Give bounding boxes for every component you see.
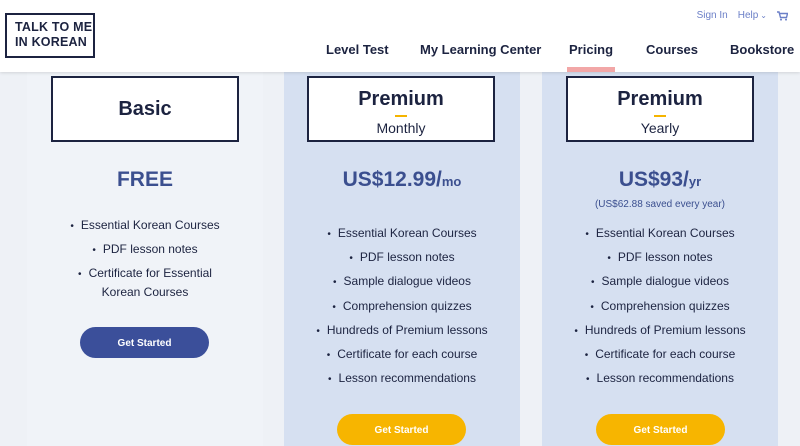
chevron-down-icon: ⌄ xyxy=(760,11,767,20)
plan-billing-period: Yearly xyxy=(640,120,680,136)
plan-title-box: Basic xyxy=(51,76,239,142)
plan-title-box: Premium Yearly xyxy=(566,76,754,142)
plan-title: Premium xyxy=(617,88,703,110)
plan-price: US$93/yr xyxy=(542,168,778,192)
plan-feature-list: Essential Korean Courses PDF lesson note… xyxy=(284,221,520,390)
plan-price-unit: yr xyxy=(688,174,702,189)
feature-item: Comprehension quizzes xyxy=(542,294,778,318)
feature-item: PDF lesson notes xyxy=(542,245,778,269)
plan-title-box: Premium Monthly xyxy=(307,76,495,142)
get-started-button-yearly[interactable]: Get Started xyxy=(596,414,725,445)
nav-level-test[interactable]: Level Test xyxy=(326,42,389,57)
feature-item: Sample dialogue videos xyxy=(542,269,778,293)
plan-billing-period: Monthly xyxy=(376,120,426,136)
nav-courses[interactable]: Courses xyxy=(646,42,698,57)
accent-bar xyxy=(654,115,666,117)
help-label: Help xyxy=(737,10,759,21)
get-started-button-monthly[interactable]: Get Started xyxy=(337,414,466,445)
site-header: TALK TO ME IN KOREAN Sign In Help ⌄ Level… xyxy=(0,0,800,72)
help-menu[interactable]: Help ⌄ xyxy=(738,10,767,21)
feature-item: Essential Korean Courses xyxy=(27,213,263,237)
feature-item: Certificate for each course xyxy=(284,342,520,366)
sign-in-link[interactable]: Sign In xyxy=(697,10,728,21)
feature-item: Lesson recommendations xyxy=(542,366,778,390)
get-started-button-basic[interactable]: Get Started xyxy=(80,327,209,358)
feature-item: Essential Korean Courses xyxy=(542,221,778,245)
feature-item: PDF lesson notes xyxy=(284,245,520,269)
feature-item: PDF lesson notes xyxy=(27,237,263,261)
plan-price-value: US$12.99/ xyxy=(342,168,442,191)
plan-price: US$12.99/mo xyxy=(284,168,520,192)
nav-pricing[interactable]: Pricing xyxy=(566,42,616,72)
plan-savings-note: (US$62.88 saved every year) xyxy=(594,199,726,210)
plan-feature-list: Essential Korean Courses PDF lesson note… xyxy=(27,213,263,304)
plan-card-basic: Basic FREE Essential Korean Courses PDF … xyxy=(27,72,263,446)
feature-item: Comprehension quizzes xyxy=(284,294,520,318)
feature-item: Lesson recommendations xyxy=(284,366,520,390)
plan-card-premium-yearly: Premium Yearly US$93/yr (US$62.88 saved … xyxy=(542,72,778,446)
main-nav: Level Test My Learning Center Pricing Co… xyxy=(0,42,800,72)
feature-item: Hundreds of Premium lessons xyxy=(542,318,778,342)
plan-title: Premium xyxy=(358,88,444,110)
feature-item: Sample dialogue videos xyxy=(284,269,520,293)
feature-item: Hundreds of Premium lessons xyxy=(284,318,520,342)
plan-feature-list: Essential Korean Courses PDF lesson note… xyxy=(542,221,778,390)
nav-my-learning-center[interactable]: My Learning Center xyxy=(420,42,541,57)
plan-card-premium-monthly: Premium Monthly US$12.99/mo Essential Ko… xyxy=(284,72,520,446)
feature-item: Korean Courses xyxy=(101,284,189,299)
feature-item: Essential Korean Courses xyxy=(284,221,520,245)
plan-price-value: FREE xyxy=(116,168,173,191)
plan-price-unit: mo xyxy=(441,174,462,189)
cart-icon[interactable] xyxy=(777,11,789,21)
nav-bookstore[interactable]: Bookstore xyxy=(730,42,794,57)
feature-item: Certificate for each course xyxy=(542,342,778,366)
plan-price: FREE xyxy=(27,168,263,192)
logo-line-1: TALK TO ME xyxy=(15,20,93,34)
accent-bar xyxy=(395,115,407,117)
plan-price-value: US$93/ xyxy=(618,168,689,191)
utility-links: Sign In Help ⌄ xyxy=(697,10,789,21)
plan-title: Basic xyxy=(118,98,172,120)
